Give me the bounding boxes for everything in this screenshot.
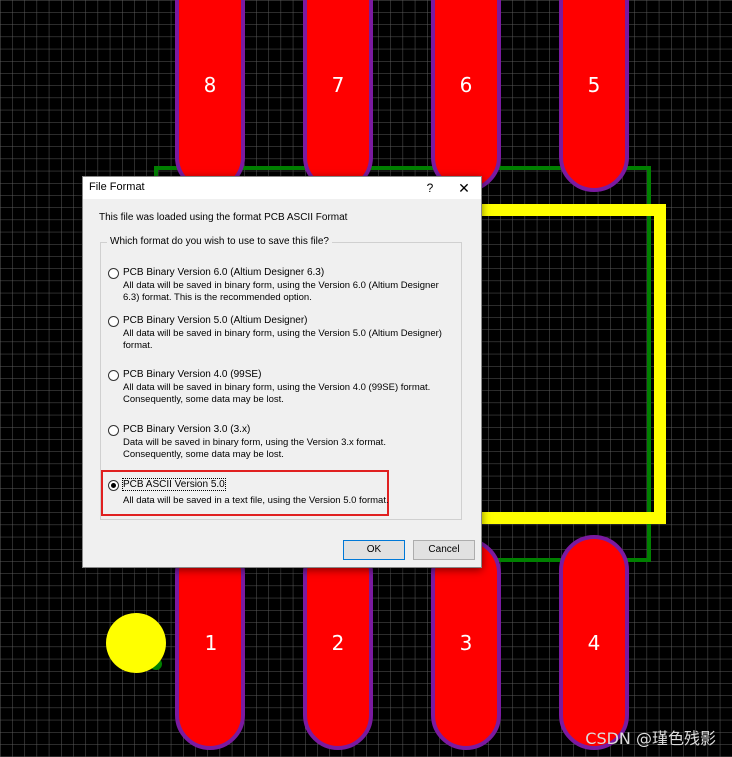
- option-description: All data will be saved in binary form, u…: [123, 328, 442, 351]
- option-label[interactable]: PCB Binary Version 4.0 (99SE): [123, 369, 261, 380]
- pad-2[interactable]: 2: [303, 538, 373, 750]
- pad-label: 8: [204, 73, 217, 97]
- watermark: CSDN @瑾色残影: [585, 729, 716, 748]
- radio-button-selected[interactable]: [108, 480, 119, 491]
- pad-label: 4: [588, 631, 601, 655]
- radio-button[interactable]: [108, 316, 119, 327]
- format-group-label: Which format do you wish to use to save …: [107, 236, 332, 247]
- option-label[interactable]: PCB Binary Version 6.0 (Altium Designer …: [123, 267, 324, 278]
- radio-button[interactable]: [108, 268, 119, 279]
- loaded-format-info: This file was loaded using the format PC…: [99, 212, 348, 223]
- radio-button[interactable]: [108, 370, 119, 381]
- pad-5[interactable]: 5: [559, 0, 629, 192]
- pad-label: 3: [460, 631, 473, 655]
- selection-highlight: [101, 470, 389, 516]
- file-format-dialog: File Format ? ✕ This file was loaded usi…: [82, 176, 482, 568]
- pad-label: 2: [332, 631, 345, 655]
- option-label[interactable]: PCB Binary Version 3.0 (3.x): [123, 424, 250, 435]
- pad-3[interactable]: 3: [431, 538, 501, 750]
- cancel-button[interactable]: Cancel: [413, 540, 475, 560]
- pad-label: 5: [588, 73, 601, 97]
- pad-label: 1: [205, 631, 218, 655]
- dialog-title: File Format: [89, 181, 145, 193]
- pad-7[interactable]: 7: [303, 0, 373, 192]
- pad-1[interactable]: 1: [175, 538, 245, 750]
- option-description: All data will be saved in binary form, u…: [123, 280, 439, 303]
- help-icon[interactable]: ?: [421, 179, 439, 197]
- pad-6[interactable]: 6: [431, 0, 501, 192]
- option-label[interactable]: PCB ASCII Version 5.0: [122, 478, 226, 491]
- ok-button[interactable]: OK: [343, 540, 405, 560]
- option-label[interactable]: PCB Binary Version 5.0 (Altium Designer): [123, 315, 308, 326]
- pad-label: 6: [460, 73, 473, 97]
- pin1-marker: [106, 613, 166, 673]
- pad-8[interactable]: 8: [175, 0, 245, 192]
- radio-button[interactable]: [108, 425, 119, 436]
- dialog-titlebar[interactable]: File Format ? ✕: [83, 177, 481, 199]
- pad-label: 7: [332, 73, 345, 97]
- close-icon[interactable]: ✕: [451, 177, 477, 199]
- option-description: Data will be saved in binary form, using…: [123, 437, 386, 460]
- option-description: All data will be saved in binary form, u…: [123, 382, 431, 405]
- option-description: All data will be saved in a text file, u…: [123, 495, 389, 506]
- pad-4[interactable]: 4: [559, 535, 629, 750]
